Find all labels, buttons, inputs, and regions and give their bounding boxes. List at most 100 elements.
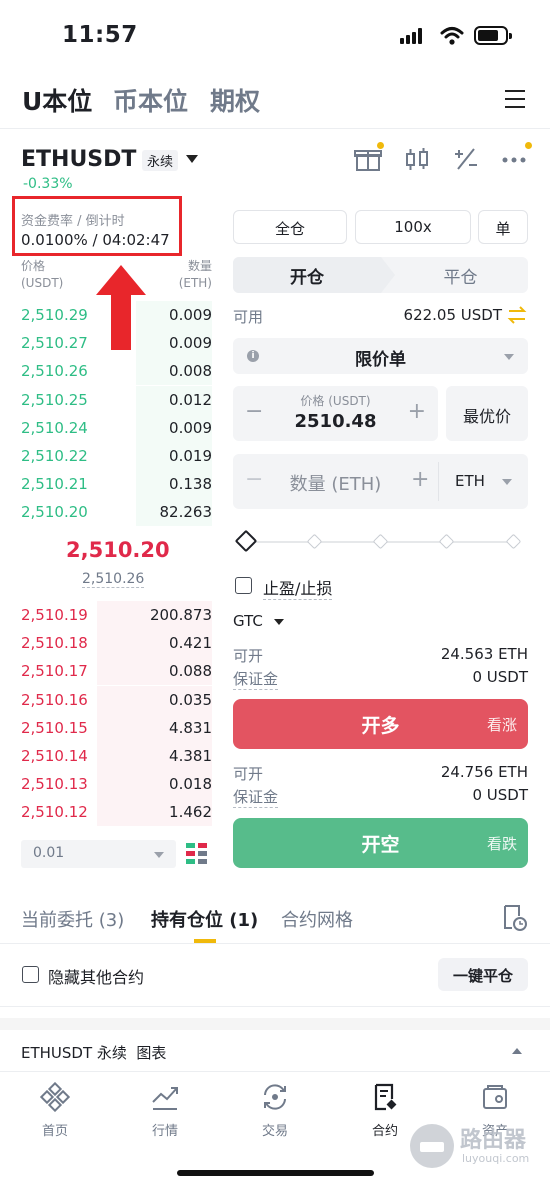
orderbook-price: 2,510.27 [21, 334, 88, 353]
orderbook-row[interactable]: 2,510.16 0.035 [21, 685, 212, 714]
orderbook-qty: 0.035 [169, 690, 212, 709]
short-can-open-value: 24.756 ETH [440, 763, 528, 781]
chart-row-label[interactable]: ETHUSDT 永续 图表 [21, 1042, 166, 1063]
slider-step[interactable] [438, 533, 455, 550]
wifi-icon [440, 27, 464, 45]
orderbook-qty: 200.873 [149, 606, 212, 624]
hide-others-checkbox[interactable] [22, 966, 39, 983]
orderbook-price: 2,510.15 [21, 718, 88, 737]
orderbook-qty: 0.018 [169, 775, 212, 794]
orderbook-row[interactable]: 2,510.22 0.019 [21, 442, 212, 470]
orderbook-price: 2,510.29 [21, 306, 88, 324]
gift-icon[interactable] [354, 146, 382, 172]
orderbook-row[interactable]: 2,510.24 0.009 [21, 413, 212, 442]
battery-icon [474, 26, 512, 45]
orderbook-row[interactable]: 2,510.15 4.831 [21, 713, 212, 742]
orderbook-row[interactable]: 2,510.18 0.421 [21, 629, 212, 658]
leverage-button[interactable]: 100x [355, 210, 471, 244]
orderbook-qty: 0.009 [169, 418, 212, 437]
orderbook-qty: 0.012 [169, 390, 212, 409]
orderbook-row[interactable]: 2,510.25 0.012 [21, 385, 212, 414]
tab-grid[interactable]: 合约网格 [281, 906, 353, 932]
long-margin-label[interactable]: 保证金 [233, 668, 279, 690]
orderbook-qty: 0.008 [169, 362, 212, 381]
perpetual-tag: 永续 [142, 150, 179, 171]
candlestick-icon[interactable] [403, 146, 431, 172]
order-history-icon[interactable] [502, 904, 528, 932]
slider-step[interactable] [306, 533, 323, 550]
calculator-icon[interactable] [452, 146, 480, 172]
chart-line-icon [152, 1087, 178, 1110]
tab-open[interactable]: 开仓 [233, 263, 381, 288]
tab-positions[interactable]: 持有仓位 (1) [151, 906, 258, 932]
orderbook-price: 2,510.18 [21, 634, 88, 653]
tpsl-checkbox[interactable] [235, 577, 252, 594]
order-type-select[interactable]: i 限价单 [233, 338, 528, 374]
orderbook-row[interactable]: 2,510.17 0.088 [21, 657, 212, 686]
menu-icon[interactable] [505, 90, 525, 114]
orderbook-row[interactable]: 2,510.19 200.873 [21, 601, 212, 629]
orderbook-layout-icon[interactable] [186, 843, 208, 865]
symbol-name[interactable]: ETHUSDT [21, 147, 136, 172]
short-margin-label[interactable]: 保证金 [233, 786, 279, 808]
chevron-down-icon [502, 479, 512, 485]
orderbook-qty-header: 数量 (ETH) [178, 259, 212, 290]
trade-swap-icon [264, 1084, 286, 1110]
price-input[interactable]: − 价格 (USDT) 2510.48 + [233, 386, 438, 441]
slider-step[interactable] [505, 533, 522, 550]
orderbook-qty: 0.009 [169, 334, 212, 353]
nav-markets[interactable]: 行情 [135, 1082, 195, 1139]
orderbook-row[interactable]: 2,510.29 0.009 [21, 301, 212, 329]
margin-mode-button[interactable]: 全仓 [233, 210, 347, 244]
close-all-button[interactable]: 一键平仓 [438, 958, 528, 991]
orderbook-qty: 0.421 [169, 634, 212, 653]
section-gap [0, 1018, 550, 1030]
orderbook-qty: 0.138 [169, 475, 212, 494]
orderbook-qty: 0.019 [169, 447, 212, 465]
home-indicator [177, 1170, 374, 1176]
best-price-button[interactable]: 最优价 [446, 386, 528, 441]
slider-step[interactable] [372, 533, 389, 550]
transfer-icon[interactable] [507, 306, 527, 324]
orderbook-row[interactable]: 2,510.12 1.462 [21, 798, 212, 827]
nav-futures[interactable]: 合约 [355, 1082, 415, 1139]
orderbook-row[interactable]: 2,510.20 82.263 [21, 498, 212, 527]
home-logo-icon [40, 1082, 70, 1112]
quantity-input[interactable]: − 数量 (ETH) + ETH [233, 454, 528, 509]
tab-coin-margined[interactable]: 币本位 [113, 82, 188, 118]
orderbook-price: 2,510.14 [21, 747, 88, 765]
plus-icon[interactable]: + [411, 467, 429, 492]
order-type-value: 限价单 [355, 350, 406, 370]
tpsl-label[interactable]: 止盈/止损 [263, 575, 333, 600]
orderbook-price: 2,510.21 [21, 475, 88, 494]
chevron-up-icon[interactable] [512, 1048, 522, 1054]
quantity-placeholder: 数量 (ETH) [289, 474, 382, 495]
orderbook-row[interactable]: 2,510.26 0.008 [21, 357, 212, 386]
orderbook-row[interactable]: 2,510.21 0.138 [21, 470, 212, 499]
orderbook-row[interactable]: 2,510.14 4.381 [21, 742, 212, 770]
position-mode-button[interactable]: 单 [478, 210, 528, 244]
open-short-button[interactable]: 开空 看跌 [233, 818, 528, 868]
mark-price[interactable]: 2,510.26 [82, 571, 145, 588]
plus-icon[interactable]: + [408, 399, 426, 424]
orderbook-row[interactable]: 2,510.13 0.018 [21, 770, 212, 799]
nav-home[interactable]: 首页 [25, 1082, 85, 1139]
tab-u-margined[interactable]: U本位 [22, 82, 92, 118]
quantity-unit-select[interactable]: ETH [455, 472, 485, 490]
more-icon[interactable] [500, 146, 528, 172]
time-in-force-select[interactable]: GTC [233, 612, 284, 630]
divider [0, 1071, 550, 1072]
tab-options[interactable]: 期权 [210, 82, 260, 118]
nav-trade[interactable]: 交易 [245, 1082, 305, 1139]
chevron-down-icon [504, 354, 514, 360]
chevron-down-icon[interactable] [186, 155, 198, 163]
orderbook-price: 2,510.24 [21, 418, 88, 437]
tab-close[interactable]: 平仓 [393, 263, 528, 288]
tab-open-orders[interactable]: 当前委托 (3) [21, 906, 124, 932]
orderbook-price: 2,510.26 [21, 362, 88, 381]
open-long-button[interactable]: 开多 看涨 [233, 699, 528, 749]
slider-thumb[interactable] [234, 529, 258, 553]
precision-select[interactable]: 0.01 [21, 840, 176, 868]
orderbook-row[interactable]: 2,510.27 0.009 [21, 329, 212, 358]
long-can-open-label: 可开 [233, 647, 264, 665]
